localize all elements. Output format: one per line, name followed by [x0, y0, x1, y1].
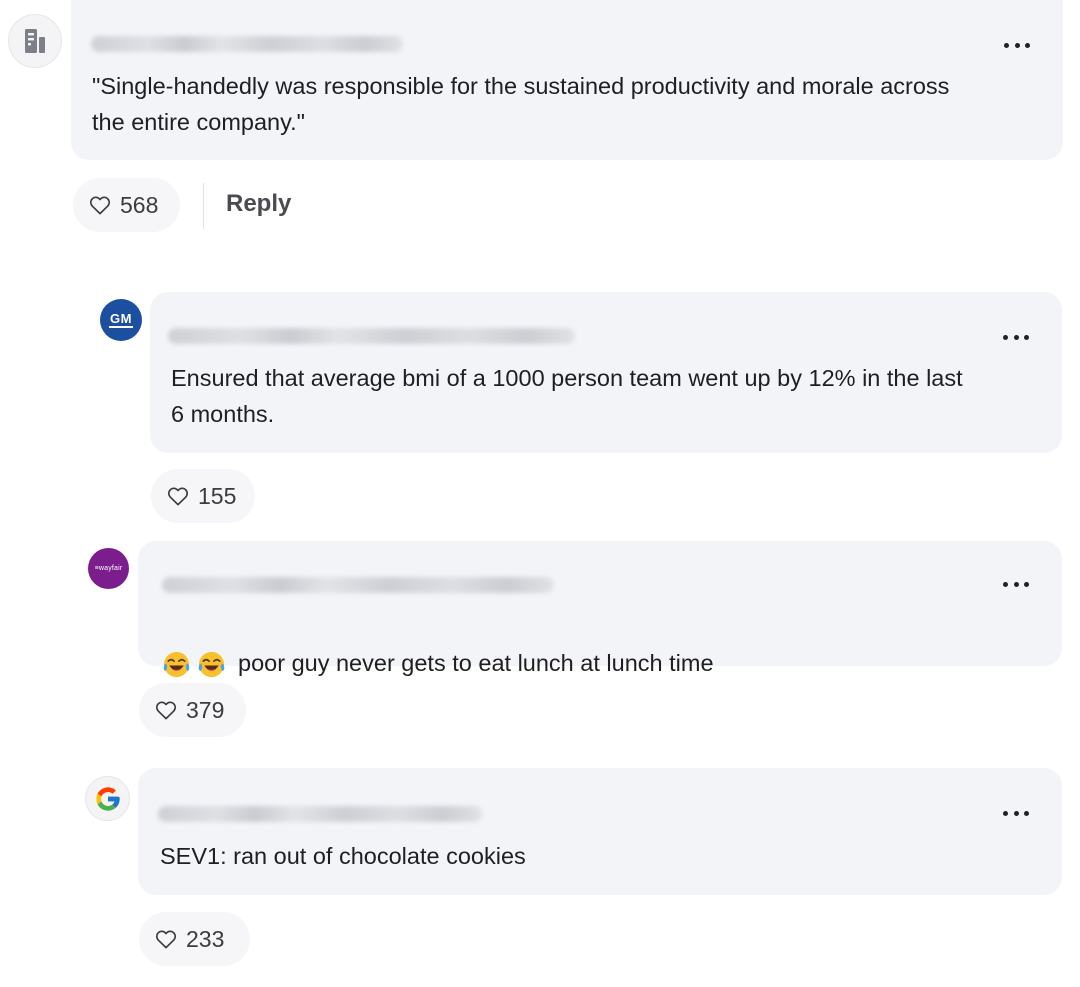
like-button[interactable]: 568 [73, 178, 180, 232]
author-meta-blurred [158, 806, 482, 822]
wayfair-logo: ≡wayfair [94, 565, 123, 572]
comment-bubble: "Single-handedly was responsible for the… [71, 0, 1063, 160]
heart-icon [89, 196, 111, 215]
heart-icon [155, 701, 177, 720]
comment-text: Ensured that average bmi of a 1000 perso… [171, 365, 963, 427]
emoji-group [162, 650, 226, 679]
comment-bubble: poor guy never gets to eat lunch at lunc… [138, 541, 1062, 678]
wayfair-avatar[interactable]: ≡wayfair [88, 548, 129, 589]
comment-text-row: poor guy never gets to eat lunch at lunc… [162, 609, 714, 681]
comment-bubble: Ensured that average bmi of a 1000 perso… [150, 292, 1062, 453]
more-options-icon[interactable] [1003, 809, 1029, 817]
heart-icon [155, 930, 177, 949]
like-button[interactable]: 379 [139, 683, 246, 737]
author-meta-blurred [162, 577, 554, 593]
comment-text: "Single-handedly was responsible for the… [92, 73, 950, 135]
google-avatar[interactable] [85, 776, 130, 821]
comment-text: poor guy never gets to eat lunch at lunc… [238, 650, 714, 676]
comment-bubble: SEV1: ran out of chocolate cookies [138, 768, 1062, 895]
tears-of-joy-emoji [163, 652, 190, 678]
more-options-icon[interactable] [1004, 41, 1030, 49]
like-button[interactable]: 233 [139, 912, 250, 966]
company-avatar[interactable] [8, 14, 62, 68]
more-options-icon[interactable] [1003, 333, 1029, 341]
gm-logo: GM [109, 310, 133, 328]
google-logo [95, 786, 120, 811]
reply-button[interactable]: Reply [226, 190, 291, 218]
like-count: 379 [186, 696, 225, 723]
divider [203, 183, 204, 229]
more-options-icon[interactable] [1003, 580, 1029, 588]
tears-of-joy-emoji [198, 652, 225, 678]
like-count: 155 [198, 482, 237, 509]
like-button[interactable]: 155 [151, 469, 255, 523]
gm-avatar[interactable]: GM [100, 299, 142, 341]
building-icon [25, 29, 45, 53]
comment-text: SEV1: ran out of chocolate cookies [160, 843, 526, 869]
author-meta-blurred [91, 36, 403, 52]
heart-icon [167, 487, 189, 506]
comment-thread: "Single-handedly was responsible for the… [0, 0, 1080, 987]
like-count: 233 [186, 925, 225, 952]
like-count: 568 [120, 191, 159, 218]
author-meta-blurred [168, 328, 575, 344]
